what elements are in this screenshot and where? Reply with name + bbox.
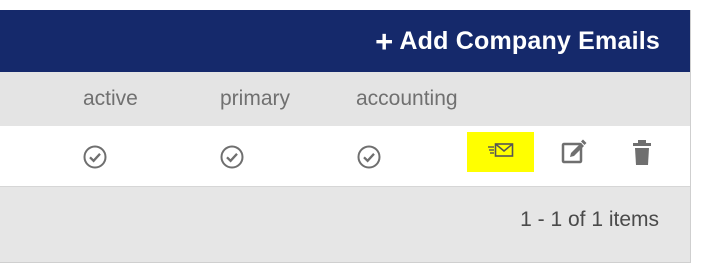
edit-button[interactable] bbox=[560, 138, 588, 171]
table-header: active primary accounting bbox=[0, 72, 690, 126]
send-email-button[interactable] bbox=[467, 132, 534, 172]
column-header-accounting[interactable]: accounting bbox=[356, 87, 458, 111]
pager-info: 1 - 1 of 1 items bbox=[520, 208, 659, 231]
column-header-primary[interactable]: primary bbox=[220, 87, 290, 111]
add-company-emails-button[interactable]: + Add Company Emails bbox=[375, 23, 660, 59]
table-footer: 1 - 1 of 1 items bbox=[0, 187, 690, 262]
primary-check-circle-icon bbox=[220, 145, 244, 174]
accounting-check-circle-icon bbox=[357, 145, 381, 174]
table-row bbox=[0, 126, 690, 187]
column-header-active[interactable]: active bbox=[83, 87, 138, 111]
send-email-icon bbox=[487, 142, 514, 163]
trash-icon bbox=[633, 140, 651, 165]
delete-button[interactable] bbox=[630, 138, 654, 173]
company-emails-panel: + Add Company Emails active primary acco… bbox=[0, 10, 691, 263]
active-check-circle-icon bbox=[83, 145, 107, 174]
plus-icon: + bbox=[375, 24, 394, 59]
add-company-emails-label: Add Company Emails bbox=[399, 26, 660, 55]
toolbar: + Add Company Emails bbox=[0, 10, 690, 72]
edit-icon bbox=[561, 139, 587, 164]
